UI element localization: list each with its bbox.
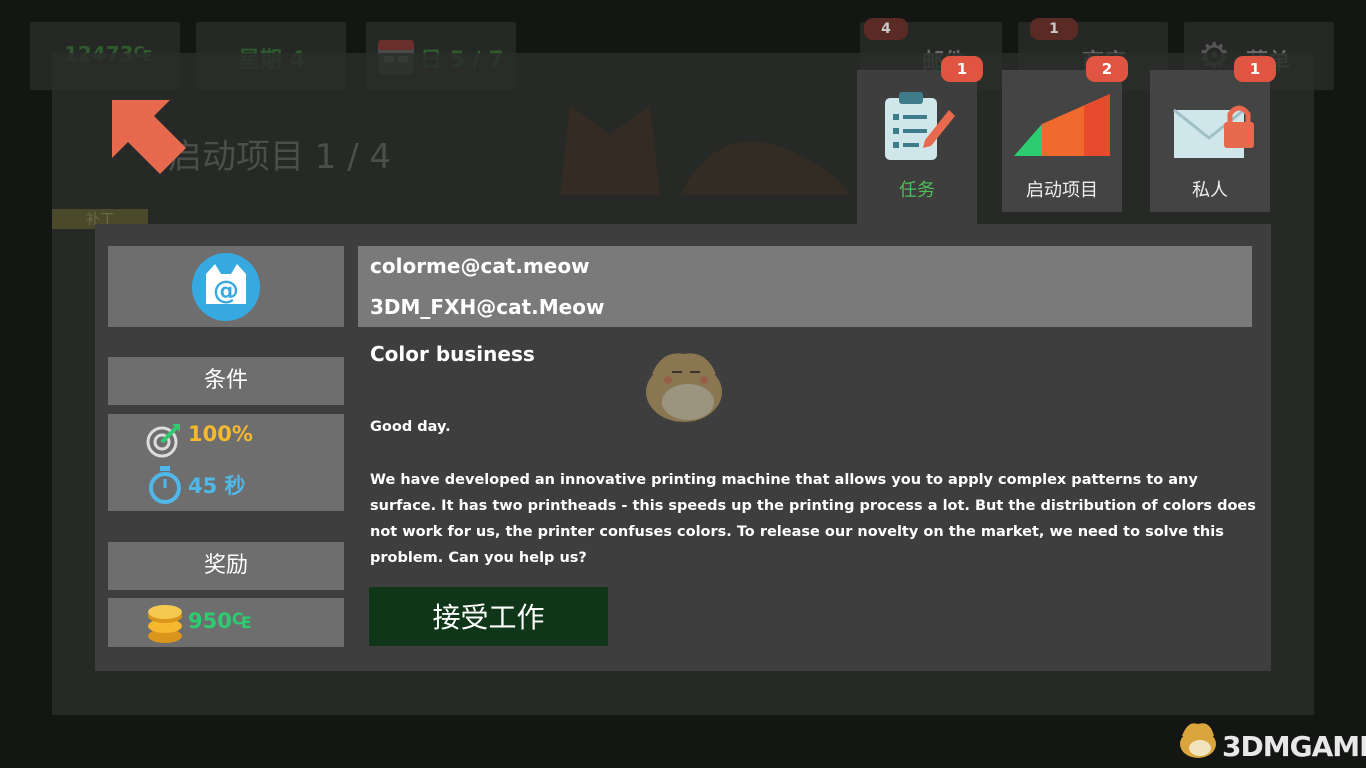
mail-body: We have developed an innovative printing…	[370, 472, 1256, 566]
site-watermark: 3DMGAME	[1222, 730, 1366, 763]
tab-startup-label: 启动项目	[1026, 180, 1098, 201]
cat-illustration	[560, 105, 850, 195]
conditions-box: 100% 45 秒	[108, 414, 344, 511]
accuracy-value: 100%	[188, 422, 253, 446]
svg-text:@: @	[213, 276, 239, 306]
sender-avatar-box: @	[108, 246, 344, 327]
sender-address: colorme@cat.meow	[370, 254, 590, 278]
pointer-arrow-icon	[112, 100, 186, 174]
target-icon	[146, 424, 180, 458]
startup-heading: 启动项目 1 / 4	[168, 137, 392, 177]
shop-count-badge: 1	[1030, 18, 1078, 40]
mail-greeting: Good day.	[370, 419, 451, 435]
tab-tasks-label: 任务	[899, 180, 935, 201]
recipient-address: 3DM_FXH@cat.Meow	[370, 295, 605, 319]
growth-chart-icon	[1014, 94, 1110, 156]
tab-startup[interactable]: 启动项目 2	[1002, 56, 1128, 212]
reward-box: 950₠	[108, 598, 344, 647]
conditions-header: 条件	[108, 357, 344, 405]
tab-private-label: 私人	[1192, 180, 1228, 201]
coins-icon	[148, 605, 182, 643]
mail-address-box: colorme@cat.meow 3DM_FXH@cat.Meow	[358, 246, 1252, 327]
tab-private[interactable]: 私人 1	[1150, 56, 1276, 212]
time-value: 45 秒	[188, 474, 246, 498]
tab-tasks[interactable]: 任务 1	[857, 56, 983, 230]
tab-private-badge: 1	[1234, 56, 1276, 82]
reward-value: 950₠	[188, 609, 252, 633]
locked-envelope-icon	[1173, 105, 1254, 158]
cat-mail-logo-icon: @	[192, 253, 260, 321]
stopwatch-icon	[149, 466, 181, 504]
tab-startup-badge: 2	[1086, 56, 1128, 82]
3dm-mascot-icon	[1180, 723, 1216, 758]
reward-header: 奖励	[108, 542, 344, 590]
accept-job-button[interactable]: 接受工作	[369, 587, 608, 646]
mail-count-badge: 4	[864, 18, 908, 40]
tab-tasks-badge: 1	[941, 56, 983, 82]
mail-subject: Color business	[370, 342, 535, 366]
clipboard-pencil-icon	[885, 92, 955, 160]
